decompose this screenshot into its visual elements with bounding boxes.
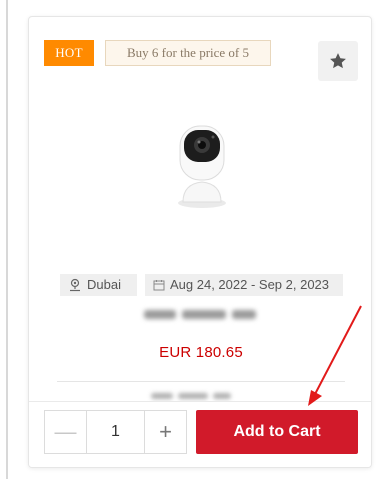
product-name-redacted <box>144 307 259 321</box>
location-pin-icon <box>70 278 80 292</box>
star-icon <box>330 53 346 69</box>
webcam-icon <box>178 125 226 208</box>
calendar-icon <box>153 280 165 291</box>
product-meta: Dubai Aug 24, 2022 - Sep 2, 2023 <box>29 274 371 296</box>
hot-badge: HOT <box>44 40 94 66</box>
decrease-quantity-button[interactable]: — <box>45 411 87 453</box>
quantity-input[interactable] <box>87 411 144 453</box>
location-chip: Dubai <box>60 274 137 296</box>
date-range-text: Aug 24, 2022 - Sep 2, 2023 <box>170 277 330 292</box>
divider <box>57 381 345 382</box>
favorite-button[interactable] <box>318 41 358 81</box>
product-price: EUR 180.65 <box>159 344 243 361</box>
date-range-chip: Aug 24, 2022 - Sep 2, 2023 <box>145 274 343 296</box>
product-card: HOT Buy 6 for the price of 5 Dubai Aug 2… <box>28 16 372 468</box>
location-text: Dubai <box>87 277 121 292</box>
cart-bar: — + Add to Cart <box>29 401 371 467</box>
quantity-stepper: — + <box>44 410 187 454</box>
frame-edge <box>6 0 8 479</box>
increase-quantity-button[interactable]: + <box>144 411 186 453</box>
add-to-cart-button[interactable]: Add to Cart <box>196 410 358 454</box>
promo-badge: Buy 6 for the price of 5 <box>105 40 271 66</box>
